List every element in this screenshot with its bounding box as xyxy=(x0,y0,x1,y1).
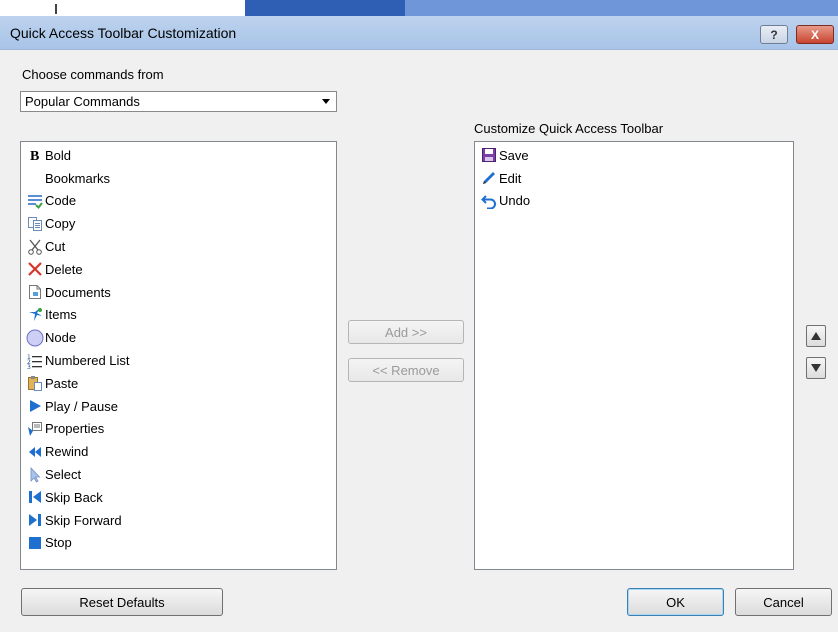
skip-forward-icon xyxy=(26,511,44,529)
ok-button[interactable]: OK xyxy=(627,588,724,616)
list-item-node[interactable]: Node xyxy=(21,326,336,349)
list-item-skip-forward[interactable]: Skip Forward xyxy=(21,509,336,532)
background-tick xyxy=(55,4,57,14)
list-item-numbered-list[interactable]: 123 Numbered List xyxy=(21,349,336,372)
triangle-down-icon xyxy=(811,364,821,372)
list-item-label: Node xyxy=(45,330,77,346)
list-item-label: Delete xyxy=(45,261,83,277)
list-item-copy[interactable]: Copy xyxy=(21,212,336,235)
list-item-label: Documents xyxy=(45,284,111,300)
chevron-down-icon xyxy=(322,99,330,104)
add-button-label: Add >> xyxy=(385,324,427,340)
list-item-stop[interactable]: Stop xyxy=(21,532,336,555)
commands-dropdown[interactable]: Popular Commands xyxy=(20,91,337,112)
list-item-label: Undo xyxy=(499,193,531,209)
copy-icon xyxy=(26,215,44,233)
list-item-label: Paste xyxy=(45,375,79,391)
undo-icon xyxy=(480,192,498,210)
reset-defaults-label: Reset Defaults xyxy=(79,594,165,610)
list-item-label: Save xyxy=(499,147,529,163)
list-item-label: Numbered List xyxy=(45,353,130,369)
help-button[interactable]: ? xyxy=(760,25,788,44)
cancel-button[interactable]: Cancel xyxy=(735,588,832,616)
background-app-strip xyxy=(0,0,838,16)
scissors-icon xyxy=(26,238,44,256)
list-item-label: Bookmarks xyxy=(45,170,111,186)
list-item-label: Stop xyxy=(45,535,72,551)
delete-icon xyxy=(26,260,44,278)
list-item-edit[interactable]: Edit xyxy=(475,167,793,190)
commands-dropdown-value: Popular Commands xyxy=(25,94,140,109)
background-tab-active xyxy=(245,0,405,16)
reset-defaults-button[interactable]: Reset Defaults xyxy=(21,588,223,616)
list-item-rewind[interactable]: Rewind xyxy=(21,440,336,463)
skip-back-icon xyxy=(26,488,44,506)
list-item-code[interactable]: Code xyxy=(21,190,336,213)
stop-icon xyxy=(26,534,44,552)
close-icon: X xyxy=(810,27,819,42)
list-item-play-pause[interactable]: Play / Pause xyxy=(21,395,336,418)
list-item-label: Edit xyxy=(499,170,522,186)
list-item-documents[interactable]: Documents xyxy=(21,281,336,304)
choose-commands-label: Choose commands from xyxy=(22,67,164,82)
available-commands-list[interactable]: B Bold Bookmarks Code Copy Cut Delete Do… xyxy=(20,141,337,570)
list-item-label: Rewind xyxy=(45,444,89,460)
list-item-items[interactable]: Items xyxy=(21,304,336,327)
list-item-label: Cut xyxy=(45,239,66,255)
move-up-button[interactable] xyxy=(806,325,826,347)
play-icon xyxy=(26,397,44,415)
dialog-title: Quick Access Toolbar Customization xyxy=(10,25,237,41)
list-item-label: Items xyxy=(45,307,77,323)
items-icon xyxy=(26,306,44,324)
list-item-skip-back[interactable]: Skip Back xyxy=(21,486,336,509)
properties-icon xyxy=(26,420,44,438)
list-item-bookmarks[interactable]: Bookmarks xyxy=(21,167,336,190)
remove-button[interactable]: << Remove xyxy=(348,358,464,382)
cancel-button-label: Cancel xyxy=(763,594,804,610)
help-icon: ? xyxy=(770,27,778,42)
add-button[interactable]: Add >> xyxy=(348,320,464,344)
ok-button-label: OK xyxy=(666,594,685,610)
list-item-label: Select xyxy=(45,467,82,483)
save-icon xyxy=(480,146,498,164)
list-item-select[interactable]: Select xyxy=(21,463,336,486)
title-bar: Quick Access Toolbar Customization ? X xyxy=(0,16,838,50)
list-item-label: Code xyxy=(45,193,77,209)
list-item-label: Copy xyxy=(45,216,76,232)
list-item-paste[interactable]: Paste xyxy=(21,372,336,395)
list-item-bold[interactable]: B Bold xyxy=(21,144,336,167)
list-item-delete[interactable]: Delete xyxy=(21,258,336,281)
paste-icon xyxy=(26,374,44,392)
remove-button-label: << Remove xyxy=(372,362,440,378)
customize-toolbar-label: Customize Quick Access Toolbar xyxy=(474,121,664,136)
toolbar-commands-list[interactable]: Save Edit Undo xyxy=(474,141,794,570)
triangle-up-icon xyxy=(811,332,821,340)
move-down-button[interactable] xyxy=(806,357,826,379)
list-item-cut[interactable]: Cut xyxy=(21,235,336,258)
list-item-label: Skip Forward xyxy=(45,512,122,528)
svg-text:B: B xyxy=(30,149,39,162)
bold-icon: B xyxy=(26,146,44,164)
document-icon xyxy=(26,283,44,301)
list-item-undo[interactable]: Undo xyxy=(475,190,793,213)
background-tab-bar xyxy=(405,0,838,16)
list-item-label: Bold xyxy=(45,147,72,163)
blank-icon xyxy=(26,169,44,187)
rewind-icon xyxy=(26,443,44,461)
list-item-label: Properties xyxy=(45,421,105,437)
svg-text:3: 3 xyxy=(27,364,31,369)
list-item-label: Play / Pause xyxy=(45,398,118,414)
pencil-icon xyxy=(480,169,498,187)
list-item-save[interactable]: Save xyxy=(475,144,793,167)
list-item-properties[interactable]: Properties xyxy=(21,418,336,441)
node-icon xyxy=(26,329,44,347)
close-button[interactable]: X xyxy=(796,25,834,44)
code-icon xyxy=(26,192,44,210)
cursor-icon xyxy=(26,466,44,484)
list-item-label: Skip Back xyxy=(45,489,103,505)
numbered-list-icon: 123 xyxy=(26,352,44,370)
